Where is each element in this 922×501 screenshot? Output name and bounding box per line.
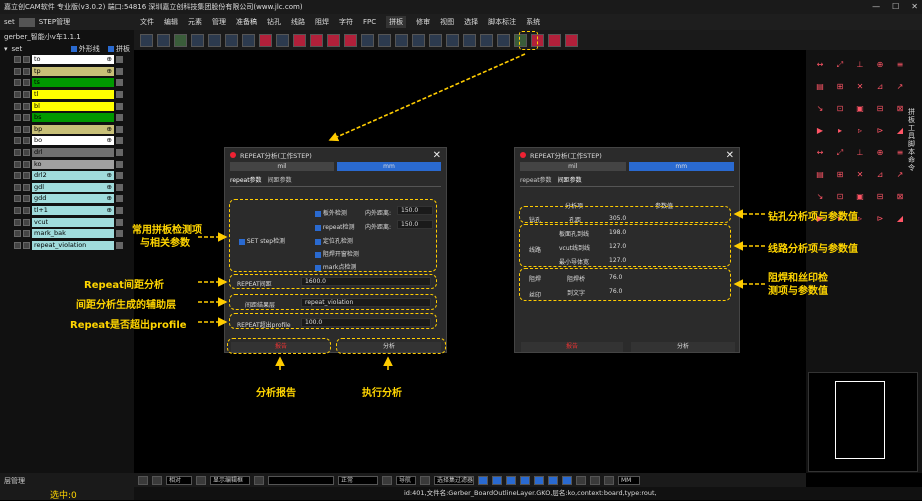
tool-icon-1[interactable] [478, 475, 488, 485]
command-input[interactable] [268, 475, 334, 485]
tool-icon-10[interactable] [604, 475, 614, 485]
zoom-select[interactable]: 相对 [166, 475, 192, 485]
tool-icon-3[interactable] [506, 475, 516, 485]
tool-icon-9[interactable] [590, 475, 600, 485]
next-icon[interactable] [152, 475, 162, 485]
prev-icon[interactable] [138, 475, 148, 485]
filter-label[interactable]: 选择集过滤器 [434, 475, 474, 485]
mode-select[interactable]: 正常 [338, 475, 378, 485]
annotation-check-items: 常用拼板检测项 与相关参数 [132, 225, 202, 249]
tool-icon-4[interactable] [520, 475, 530, 485]
nav-icon[interactable] [382, 475, 392, 485]
tool-icon-7[interactable] [562, 475, 572, 485]
show-edit-box-button[interactable]: 显示编辑框 [210, 475, 250, 485]
annotation-line: 线路分析项与参数值 [768, 244, 858, 255]
filter-icon[interactable] [420, 475, 430, 485]
grid-icon[interactable] [196, 475, 206, 485]
unit-select[interactable]: MM [618, 475, 640, 485]
annotation-mask-silk: 阻焊和丝印检 测项与参数值 [768, 273, 828, 297]
annotation-report: 分析报告 [256, 388, 296, 399]
annotation-profile: Repeat是否超出profile [70, 320, 187, 331]
annotation-analyze: 执行分析 [362, 388, 402, 399]
tool-icon-2[interactable] [492, 475, 502, 485]
nav-label[interactable]: 导航 [396, 475, 416, 485]
annotation-repeat-gap: Repeat间距分析 [84, 280, 164, 291]
bottom-toolbar: 相对 显示编辑框 正常 导航 选择集过滤器 MM [134, 473, 806, 487]
annotation-gap-layer: 间距分析生成的辅助层 [76, 300, 176, 311]
status-bar: id:401,文件名:Gerber_BoardOutlineLayer.GKO,… [134, 487, 922, 500]
tool-icon-5[interactable] [534, 475, 544, 485]
tool-icon-8[interactable] [576, 475, 586, 485]
annotation-drill: 钻孔分析项与参数值 [768, 212, 858, 223]
target-icon[interactable] [254, 475, 264, 485]
tool-icon-6[interactable] [548, 475, 558, 485]
